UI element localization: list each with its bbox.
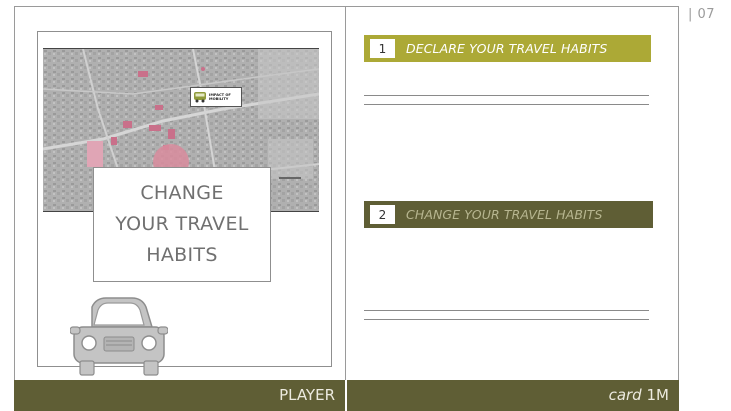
car-icon <box>70 297 168 376</box>
player-label: PLAYER <box>279 386 335 404</box>
writing-line <box>364 319 649 320</box>
writing-line <box>364 95 649 96</box>
impact-callout-text: IMPACT OF MOBILITY <box>209 93 231 101</box>
step-2-number: 2 <box>370 205 395 224</box>
card-title-line-3: HABITS <box>146 244 218 266</box>
step-2-bar: 2 CHANGE YOUR TRAVEL HABITS <box>364 201 653 228</box>
step-1-number: 1 <box>370 39 395 58</box>
page-number: | 07 <box>688 7 716 22</box>
impact-of-mobility-callout: IMPACT OF MOBILITY <box>190 87 242 107</box>
step-1-label: DECLARE YOUR TRAVEL HABITS <box>406 41 608 56</box>
bus-icon <box>194 92 206 103</box>
writing-line <box>364 310 649 311</box>
card-title-line-2: YOUR TRAVEL <box>115 213 249 235</box>
card-word: card <box>608 386 642 404</box>
writing-line <box>364 104 649 105</box>
step-2-label: CHANGE YOUR TRAVEL HABITS <box>406 207 603 222</box>
step-1-bar: 1 DECLARE YOUR TRAVEL HABITS <box>364 35 651 62</box>
card-code-label: card 1M <box>347 380 669 411</box>
page-divider <box>345 6 346 380</box>
card-title-box: CHANGE YOUR TRAVEL HABITS <box>93 167 271 282</box>
card-title-line-1: CHANGE <box>140 182 224 204</box>
card-code: 1M <box>646 386 670 404</box>
